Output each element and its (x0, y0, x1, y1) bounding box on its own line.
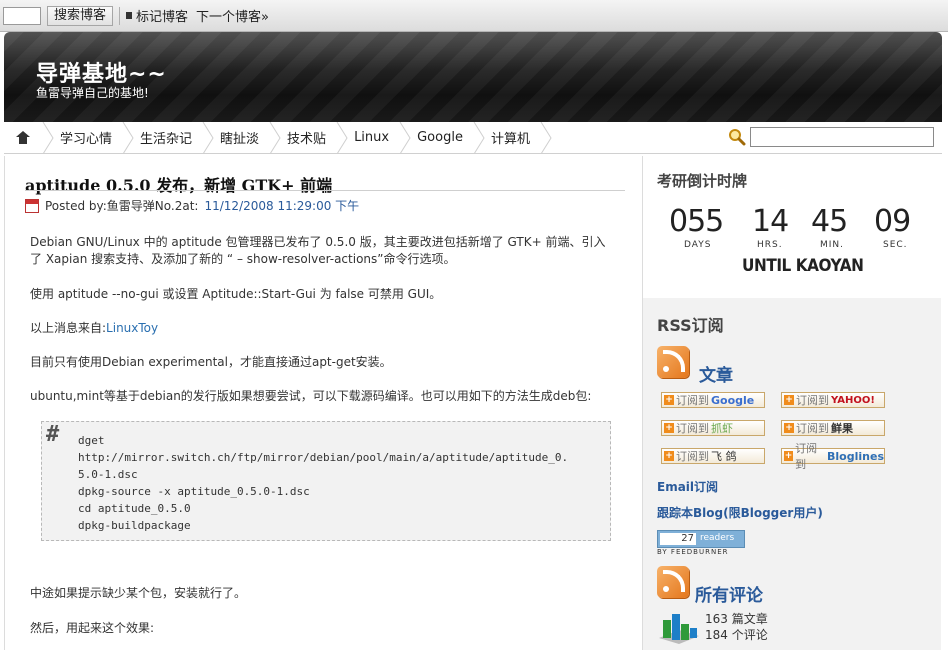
article-count: 163 篇文章 (705, 612, 768, 626)
countdown-minutes: 45 (811, 204, 848, 239)
code-line: cd aptitude_0.5.0 (78, 502, 191, 515)
menu-item-chat[interactable]: 瞎扯淡 (214, 122, 269, 154)
search-input[interactable] (750, 127, 934, 147)
paragraph-disable-gui: 使用 aptitude --no-gui 或设置 Aptitude::Start… (30, 287, 442, 301)
paragraph-intro-line2: 了 Xapian 搜索支持、及添加了新的 “ – show-resolver-a… (30, 252, 456, 266)
search-icon[interactable] (728, 128, 746, 146)
menu-separator (202, 121, 214, 154)
search-blog-button[interactable]: 搜索博客 (47, 5, 114, 26)
email-subscribe-link[interactable]: Email订阅 (657, 478, 718, 495)
sidebar: 考研倒计时牌 055 DAYS 14 HRS. 45 MIN. 09 SEC. … (642, 156, 941, 650)
countdown-days: 055 (669, 204, 724, 239)
menu-separator (540, 121, 552, 154)
countdown-heading: 考研倒计时牌 (657, 172, 748, 190)
site-subtitle: 鱼雷导弹自己的基地! (36, 86, 149, 100)
next-blog-link[interactable]: 下一个博客» (196, 6, 269, 25)
subscribe-zhuaxia-button[interactable]: + 订阅到 抓虾 (661, 420, 765, 436)
feedburner-badge[interactable]: 27 readers (657, 530, 745, 548)
menu-item-linux[interactable]: Linux (348, 122, 399, 154)
source-prefix: 以上消息来自: (30, 321, 107, 335)
subscribe-feige-button[interactable]: + 订阅到飞 鸽 (661, 448, 765, 464)
feedburner-count: 27 (660, 533, 696, 545)
follow-blog-link[interactable]: 跟踪本Blog(限Blogger用户) (657, 504, 823, 521)
menu-separator (336, 121, 348, 154)
rss-feed-icon[interactable] (657, 346, 689, 378)
countdown-hours: 14 (752, 204, 789, 239)
comments-feed-link[interactable]: 所有评论 (695, 581, 763, 606)
menu-separator (42, 121, 54, 154)
bar-chart-icon (659, 614, 699, 644)
menu-separator (399, 121, 411, 154)
menu-item-google[interactable]: Google (411, 122, 473, 154)
blogger-navbar: 搜索博客 标记博客 下一个博客» (0, 0, 948, 32)
code-line: 5.0-1.dsc (78, 468, 138, 481)
menu-home[interactable] (4, 122, 42, 154)
flag-icon (126, 12, 133, 19)
rss-heading: RSS订阅 (657, 316, 724, 335)
title-divider (25, 190, 625, 191)
countdown-days-label: DAYS (684, 240, 712, 250)
paragraph-experimental: 目前只有使用Debian experimental，才能直接通过apt-get安… (30, 355, 392, 369)
blog-header: 导弹基地~~ 鱼雷导弹自己的基地! (4, 32, 942, 122)
countdown-until: UNTIL KAOYAN (742, 256, 864, 276)
comments-rss-icon[interactable] (657, 566, 689, 598)
menu-item-life[interactable]: 生活杂记 (134, 122, 202, 154)
plus-icon: + (784, 395, 794, 405)
menu-separator (473, 121, 485, 154)
navbar-divider (119, 6, 121, 25)
navbar-search-input[interactable] (3, 6, 41, 25)
post-timestamp[interactable]: 11/12/2008 11:29:00 下午 (204, 197, 359, 214)
menu-item-tech[interactable]: 技术贴 (281, 122, 336, 154)
plus-icon: + (664, 395, 674, 405)
main-menu: 学习心情 生活杂记 瞎扯淡 技术贴 Linux Google 计算机 (4, 121, 942, 154)
paragraph-effect: 然后，用起来这个效果: (30, 621, 155, 635)
paragraph-ubuntu: ubuntu,mint等基于debian的发行版如果想要尝试，可以下载源码编译。… (30, 389, 592, 403)
code-block: # dget http://mirror.switch.ch/ftp/mirro… (41, 421, 611, 541)
paragraph-source: 以上消息来自:LinuxToy (30, 320, 626, 337)
countdown-minutes-label: MIN. (820, 240, 845, 250)
countdown-seconds-label: SEC. (883, 240, 908, 250)
code-hash-icon: # (46, 422, 60, 447)
subscribe-xianguo-button[interactable]: + 订阅到 鲜果 (781, 420, 885, 436)
feedburner-by: BY FEEDBURNER (657, 548, 729, 556)
code-line: http://mirror.switch.ch/ftp/mirror/debia… (78, 451, 569, 464)
plus-icon: + (784, 451, 794, 461)
menu-separator (122, 121, 134, 154)
feedburner-readers: readers (700, 533, 735, 543)
paragraph-intro-line1: Debian GNU/Linux 中的 aptitude 包管理器已发布了 0.… (30, 235, 606, 249)
plus-icon: + (664, 423, 674, 433)
comment-count: 184 个评论 (705, 628, 768, 642)
code-line: dpkg-source -x aptitude_0.5.0-1.dsc (78, 485, 310, 498)
code-line: dget (78, 434, 105, 447)
menu-separator (269, 121, 281, 154)
post-meta: Posted by:鱼雷导弹No.2at: 11/12/2008 11:29:0… (25, 197, 359, 214)
menu-search (728, 127, 934, 147)
home-icon (16, 131, 30, 144)
subscribe-bloglines-button[interactable]: + 订阅到 Bloglines (781, 442, 885, 471)
subscribe-google-button[interactable]: + 订阅到 Google (661, 392, 765, 408)
subscribe-yahoo-button[interactable]: + 订阅到 YAHOO! (781, 392, 885, 408)
code-line: dpkg-buildpackage (78, 519, 191, 532)
articles-feed-link[interactable]: 文章 (699, 361, 733, 386)
linuxtoy-link[interactable]: LinuxToy (106, 321, 158, 335)
paragraph-missing-package: 中途如果提示缺少某个包，安装就行了。 (30, 586, 247, 600)
post-content: aptitude 0.5.0 发布，新增 GTK+ 前端 Posted by:鱼… (4, 156, 640, 650)
countdown-widget: 考研倒计时牌 055 DAYS 14 HRS. 45 MIN. 09 SEC. … (643, 156, 941, 298)
post-title[interactable]: aptitude 0.5.0 发布，新增 GTK+ 前端 (25, 172, 332, 196)
menu-item-study[interactable]: 学习心情 (54, 122, 122, 154)
plus-icon: + (784, 423, 794, 433)
calendar-icon (25, 198, 39, 213)
posted-by: Posted by:鱼雷导弹No.2at: (45, 199, 199, 213)
menu-item-computer[interactable]: 计算机 (485, 122, 540, 154)
countdown-seconds: 09 (874, 204, 911, 239)
flag-blog-label: 标记博客 (136, 10, 189, 25)
plus-icon: + (664, 451, 674, 461)
flag-blog-button[interactable]: 标记博客 (126, 6, 188, 25)
page: 搜索博客 标记博客 下一个博客» 导弹基地~~ 鱼雷导弹自己的基地! 学习心情 … (0, 0, 948, 650)
countdown-hours-label: HRS. (757, 240, 783, 250)
